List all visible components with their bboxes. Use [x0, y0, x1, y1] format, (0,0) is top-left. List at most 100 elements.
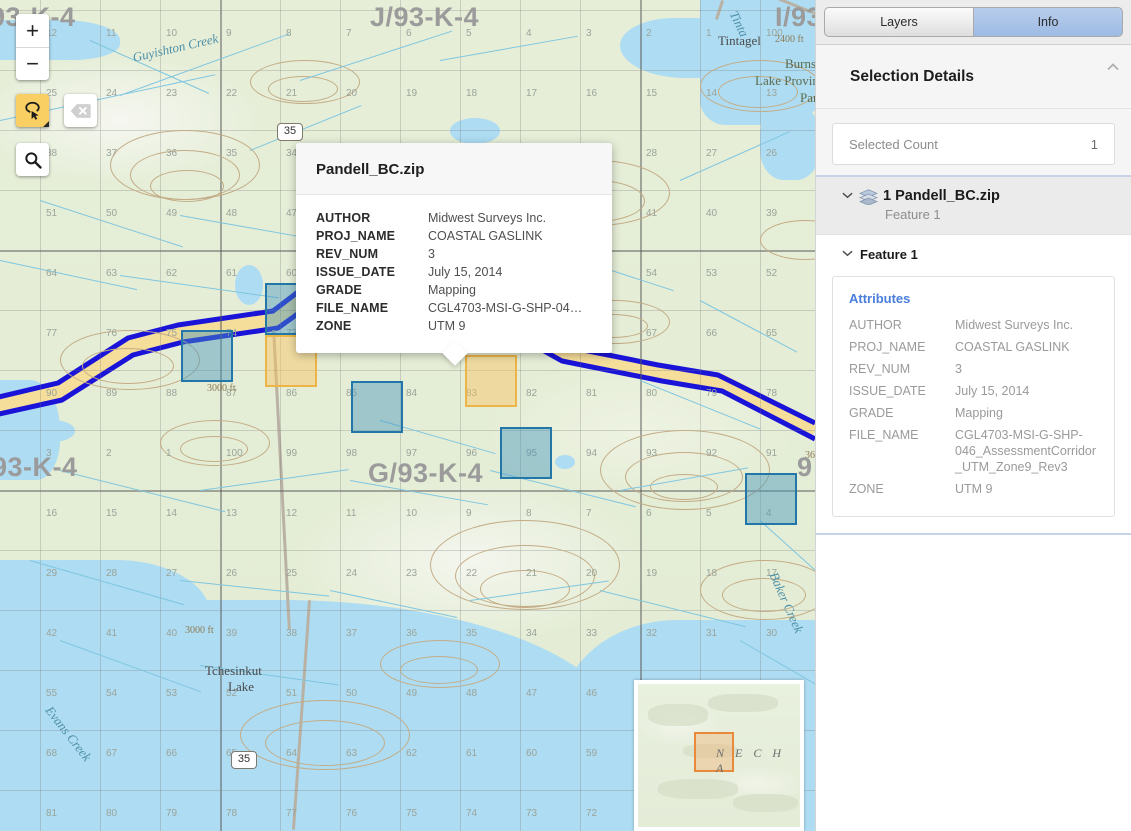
layers-stack-icon: [859, 189, 878, 206]
popup-title: Pandell_BC.zip: [316, 161, 425, 178]
chevron-down-icon[interactable]: [842, 249, 853, 260]
chevron-down-icon[interactable]: [842, 191, 853, 202]
popup-attribute-row: ISSUE_DATE July 15, 2014: [316, 263, 592, 281]
chevron-up-icon[interactable]: [1105, 59, 1121, 75]
popup-attribute-row: PROJ_NAME COASTAL GASLINK: [316, 227, 592, 245]
popup-attribute-value: July 15, 2014: [428, 265, 503, 279]
attribute-row: AUTHOR Midwest Surveys Inc.: [849, 314, 1098, 336]
attributes-card: Attributes AUTHOR Midwest Surveys Inc. PRO…: [832, 276, 1115, 517]
overview-terrain: [658, 779, 738, 799]
feature-title: Feature 1: [860, 247, 918, 262]
layer-result-row[interactable]: 1 Pandell_BC.zip Feature 1: [816, 177, 1131, 234]
highway-shield: 35: [277, 123, 303, 141]
popup-attribute-value: COASTAL GASLINK: [428, 229, 543, 243]
popup-attribute-row: REV_NUM 3: [316, 245, 592, 263]
popup-attribute-table: AUTHOR Midwest Surveys Inc. PROJ_NAME COAST…: [316, 209, 592, 335]
attribute-key: PROJ_NAME: [849, 340, 926, 354]
selected-count-section: Selected Count 1: [816, 109, 1131, 175]
popup-body: AUTHOR Midwest Surveys Inc. PROJ_NAME COAST…: [296, 195, 612, 353]
app-root: 1312111098765432110026252423222120191817…: [0, 0, 1131, 831]
popup-header: Pandell_BC.zip: [296, 143, 612, 195]
popup-attribute-value: 3: [428, 247, 435, 261]
attribute-value: COASTAL GASLINK: [955, 340, 1070, 354]
popup-attribute-key: ISSUE_DATE: [316, 265, 396, 279]
attribute-value: Mapping: [955, 406, 1003, 420]
attribute-key: AUTHOR: [849, 318, 902, 332]
map-label: 93-K-4: [0, 452, 78, 482]
clear-selection-icon: [70, 103, 91, 118]
search-icon: [24, 151, 42, 169]
popup-attribute-value: Midwest Surveys Inc.: [428, 211, 547, 225]
layer-title: 1 Pandell_BC.zip: [883, 188, 1000, 204]
selected-count-box: Selected Count 1: [832, 123, 1115, 165]
overview-terrain: [708, 694, 778, 712]
map-label: 3000 ft: [185, 625, 214, 636]
attribute-row: FILE_NAME CGL4703-MSI-G-SHP-046_Assessmen…: [849, 424, 1098, 478]
panel-header: Selection Details: [816, 45, 1131, 109]
popup-attribute-key: AUTHOR: [316, 211, 371, 225]
popup-attribute-key: PROJ_NAME: [316, 229, 396, 243]
selected-count-value: 1: [1090, 136, 1098, 152]
selected-count-label: Selected Count: [849, 136, 938, 152]
map-label: J/93-K-4: [370, 2, 480, 32]
map-label: I/93: [775, 2, 815, 32]
search-icon[interactable]: [16, 143, 49, 176]
attribute-row: GRADE Mapping: [849, 402, 1098, 424]
attribute-row: ISSUE_DATE July 15, 2014: [849, 380, 1098, 402]
lasso-select-icon: [25, 101, 40, 120]
chevron-down-icon: [842, 250, 853, 257]
popup-attribute-value: UTM 9: [428, 319, 466, 333]
zoom-in-button[interactable]: +: [16, 14, 49, 47]
attribute-value: UTM 9: [955, 482, 993, 496]
info-panel: Layers Info Selection Details Selected C…: [815, 0, 1131, 831]
panel-tabbar[interactable]: Layers Info: [816, 0, 1131, 45]
popup-attribute-key: ZONE: [316, 319, 352, 333]
attribute-key: REV_NUM: [849, 362, 911, 376]
overview-terrain: [648, 704, 708, 726]
map-label: Guyishton Creek: [131, 30, 220, 65]
zoom-out-button[interactable]: −: [16, 47, 49, 80]
popup-attribute-key: GRADE: [316, 283, 362, 297]
chevron-up-icon: [1107, 63, 1119, 71]
tab-layers[interactable]: Layers: [824, 7, 974, 37]
attribute-key: GRADE: [849, 406, 894, 420]
tab-info[interactable]: Info: [974, 7, 1123, 37]
popup-attribute-key: REV_NUM: [316, 247, 379, 261]
map-label: Lake: [228, 679, 254, 694]
popup-attribute-row: FILE_NAME CGL4703-MSI-G-SHP-04…: [316, 299, 592, 317]
map-label: Park: [800, 90, 815, 105]
popup-attribute-row: ZONE UTM 9: [316, 317, 592, 335]
attribute-key: ZONE: [849, 482, 884, 496]
feature-popup[interactable]: Pandell_BC.zip AUTHOR Midwest Surveys Inc…: [296, 143, 612, 366]
popup-attribute-row: AUTHOR Midwest Surveys Inc.: [316, 209, 592, 227]
map-label: Baker Creek: [766, 569, 807, 636]
map-viewport[interactable]: 1312111098765432110026252423222120191817…: [0, 0, 815, 831]
attribute-value: July 15, 2014: [955, 384, 1030, 398]
map-label: G/93-K-4: [368, 458, 484, 488]
chevron-down-icon: [842, 192, 853, 198]
popup-attribute-value: CGL4703-MSI-G-SHP-04…: [428, 301, 583, 315]
popup-attribute-key: FILE_NAME: [316, 301, 389, 315]
overview-region-label: N E C H A: [716, 746, 786, 775]
attribute-value: Midwest Surveys Inc.: [955, 318, 1074, 332]
attribute-value: CGL4703-MSI-G-SHP-046_AssessmentCorridor…: [955, 428, 1097, 474]
attribute-key: ISSUE_DATE: [849, 384, 926, 398]
attributes-heading: Attributes: [849, 291, 911, 306]
page-title: Selection Details: [850, 67, 975, 85]
map-label: Lake Provincial: [755, 73, 815, 88]
layer-subtitle: Feature 1: [885, 207, 941, 222]
zoom-controls[interactable]: + −: [16, 14, 49, 80]
attribute-key: FILE_NAME: [849, 428, 919, 442]
map-label: Burns: [785, 56, 815, 71]
attribute-row: ZONE UTM 9: [849, 478, 1098, 500]
lasso-select-icon[interactable]: [16, 94, 49, 127]
popup-attribute-value: Mapping: [428, 283, 476, 297]
overview-map[interactable]: N E C H A: [634, 680, 804, 831]
layers-stack-icon: [859, 189, 878, 206]
highway-shield: 35: [231, 751, 257, 769]
map-label: Evans Creek: [42, 703, 95, 764]
clear-selection-icon[interactable]: [64, 94, 97, 127]
map-label: 2400 ft: [775, 34, 804, 45]
feature-header-row[interactable]: Feature 1: [816, 235, 1131, 272]
map-label: 3000 ft: [207, 383, 236, 394]
